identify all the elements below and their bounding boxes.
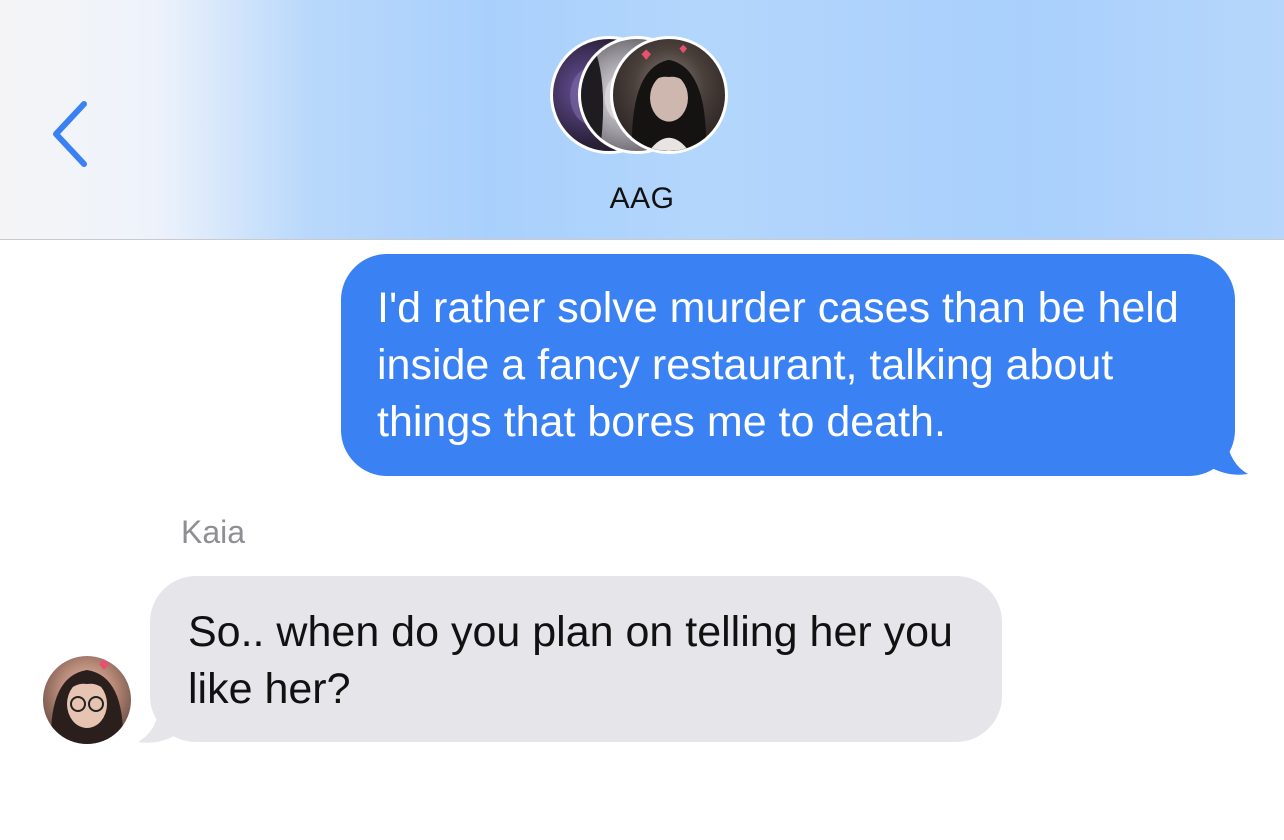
avatar[interactable] [43,656,131,744]
message-sender-name: Kaia [181,514,246,550]
outgoing-bubble-tail [1200,438,1248,475]
back-button[interactable] [44,96,104,172]
group-avatars[interactable] [548,36,738,162]
incoming-message-bubble[interactable]: So.. when do you plan on telling her you… [150,576,1002,742]
group-name[interactable]: AAG [0,182,1284,216]
chevron-left-icon [53,101,87,167]
conversation-header: AAG [0,0,1284,240]
outgoing-message-bubble[interactable]: I'd rather solve murder cases than be he… [341,254,1235,476]
incoming-bubble-tail [138,706,186,743]
group-member-avatar [610,36,728,154]
